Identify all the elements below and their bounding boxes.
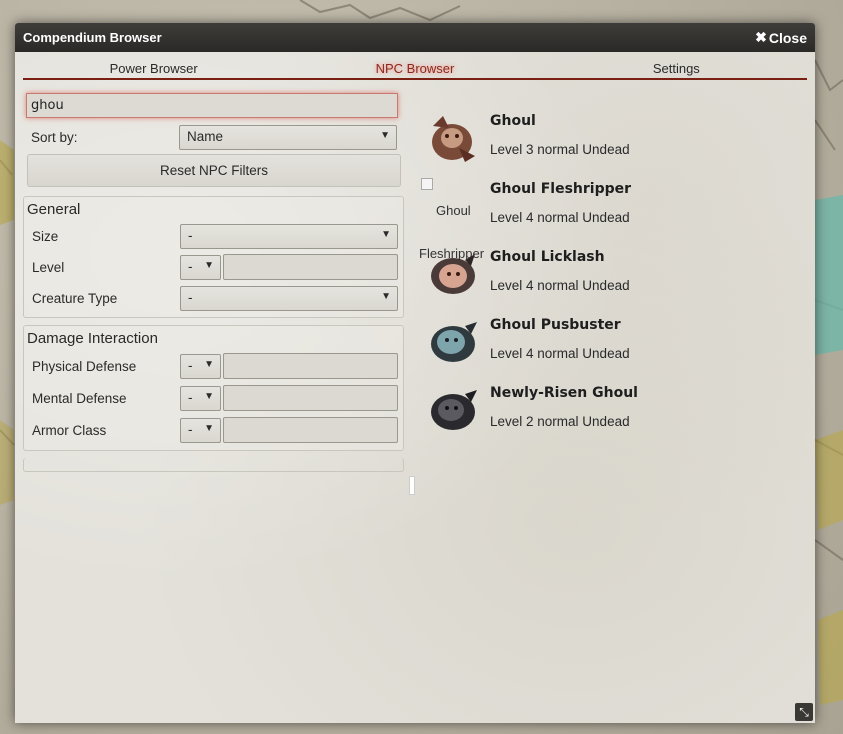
- dialog-titlebar[interactable]: Compendium Browser ✖ Close: [15, 23, 815, 52]
- caret-down-icon: ▼: [204, 391, 214, 402]
- npc-desc: Level 2 normal Undead: [490, 414, 630, 429]
- physical-defense-operator[interactable]: - ▼: [180, 354, 221, 379]
- filter-panel: Sort by: Name ▼ Reset NPC Filters Genera…: [23, 89, 404, 495]
- physical-defense-op-value: -: [188, 358, 193, 373]
- sort-select[interactable]: Name ▼: [179, 125, 397, 150]
- mental-defense-operator[interactable]: - ▼: [180, 386, 221, 411]
- caret-down-icon: ▼: [381, 229, 391, 240]
- damage-interaction-group: Damage Interaction Physical Defense - ▼ …: [23, 325, 404, 451]
- ghoul-pusbuster-token-icon: [431, 322, 477, 362]
- resize-icon[interactable]: ⤡: [795, 703, 813, 721]
- newly-risen-ghoul-token-icon: [431, 390, 477, 430]
- dialog-title: Compendium Browser: [23, 30, 162, 45]
- creature-type-select[interactable]: - ▼: [180, 286, 398, 311]
- size-select-value: -: [188, 228, 193, 243]
- caret-down-icon: ▼: [204, 359, 214, 370]
- level-input[interactable]: [223, 254, 398, 280]
- damage-group-title: Damage Interaction: [27, 330, 158, 347]
- mental-defense-op-value: -: [188, 390, 193, 405]
- npc-name: Ghoul Fleshripper: [490, 181, 632, 197]
- overlap-caption: Fleshripper: [419, 246, 485, 261]
- creature-type-value: -: [188, 290, 193, 305]
- reset-npc-filters-button[interactable]: Reset NPC Filters: [27, 154, 401, 187]
- general-group-title: General: [27, 201, 81, 218]
- mental-defense-input[interactable]: [223, 385, 398, 411]
- sort-label: Sort by:: [31, 130, 78, 145]
- npc-desc: Level 4 normal Undead: [490, 278, 630, 293]
- compendium-dialog: Compendium Browser ✖ Close Power Browser…: [15, 23, 815, 723]
- list-item-ghoul-licklash[interactable]: Fleshripper Ghoul Licklash Level 4 norma…: [417, 244, 807, 312]
- level-operator-select[interactable]: - ▼: [180, 255, 221, 280]
- npc-name: Newly-Risen Ghoul: [490, 385, 638, 401]
- list-item-ghoul[interactable]: Ghoul Level 3 normal Undead: [417, 108, 807, 176]
- general-filter-group: General Size - ▼ Level - ▼ Creature Type…: [23, 196, 404, 318]
- broken-image-icon: Ghoul: [419, 176, 489, 238]
- tab-bar: Power Browser NPC Browser Settings: [23, 58, 807, 80]
- npc-name: Ghoul: [490, 113, 536, 129]
- creature-type-label: Creature Type: [32, 291, 118, 306]
- close-label: Close: [768, 29, 807, 46]
- list-item-ghoul-fleshripper[interactable]: Ghoul Ghoul Fleshripper Level 4 normal U…: [417, 176, 807, 244]
- broken-image-glyph-icon: [421, 178, 433, 190]
- sort-select-value: Name: [187, 129, 224, 144]
- armor-class-op-value: -: [188, 422, 193, 437]
- level-label: Level: [32, 260, 65, 275]
- physical-defense-input[interactable]: [223, 353, 398, 379]
- npc-name: Ghoul Licklash: [490, 249, 605, 265]
- close-button[interactable]: ✖ Close: [755, 29, 807, 46]
- list-item-newly-risen-ghoul[interactable]: Newly-Risen Ghoul Level 2 normal Undead: [417, 380, 807, 448]
- npc-desc: Level 4 normal Undead: [490, 346, 630, 361]
- caret-down-icon: ▼: [204, 423, 214, 434]
- tab-power-browser[interactable]: Power Browser: [23, 58, 284, 78]
- list-item-ghoul-pusbuster[interactable]: Ghoul Pusbuster Level 4 normal Undead: [417, 312, 807, 380]
- ghoul-token-icon: [432, 116, 475, 162]
- npc-desc: Level 4 normal Undead: [490, 210, 630, 225]
- physical-defense-label: Physical Defense: [32, 359, 137, 374]
- tab-settings[interactable]: Settings: [546, 58, 807, 78]
- size-select[interactable]: - ▼: [180, 224, 398, 249]
- npc-desc: Level 3 normal Undead: [490, 142, 630, 157]
- size-label: Size: [32, 229, 59, 244]
- dialog-body: Power Browser NPC Browser Settings Sort …: [15, 52, 815, 723]
- level-operator-value: -: [188, 259, 193, 274]
- scrollbar[interactable]: [409, 476, 415, 495]
- armor-class-input[interactable]: [223, 417, 398, 443]
- armor-class-operator[interactable]: - ▼: [180, 418, 221, 443]
- tab-npc-browser[interactable]: NPC Browser: [284, 58, 545, 78]
- npc-name: Ghoul Pusbuster: [490, 317, 621, 333]
- close-icon: ✖: [755, 29, 767, 45]
- armor-class-label: Armor Class: [32, 423, 107, 438]
- image-alt-text: Ghoul: [436, 203, 471, 218]
- caret-down-icon: ▼: [204, 260, 214, 271]
- search-input[interactable]: [26, 93, 398, 118]
- mental-defense-label: Mental Defense: [32, 391, 127, 406]
- filter-panel-footer: [23, 458, 404, 472]
- caret-down-icon: ▼: [380, 130, 390, 141]
- caret-down-icon: ▼: [381, 291, 391, 302]
